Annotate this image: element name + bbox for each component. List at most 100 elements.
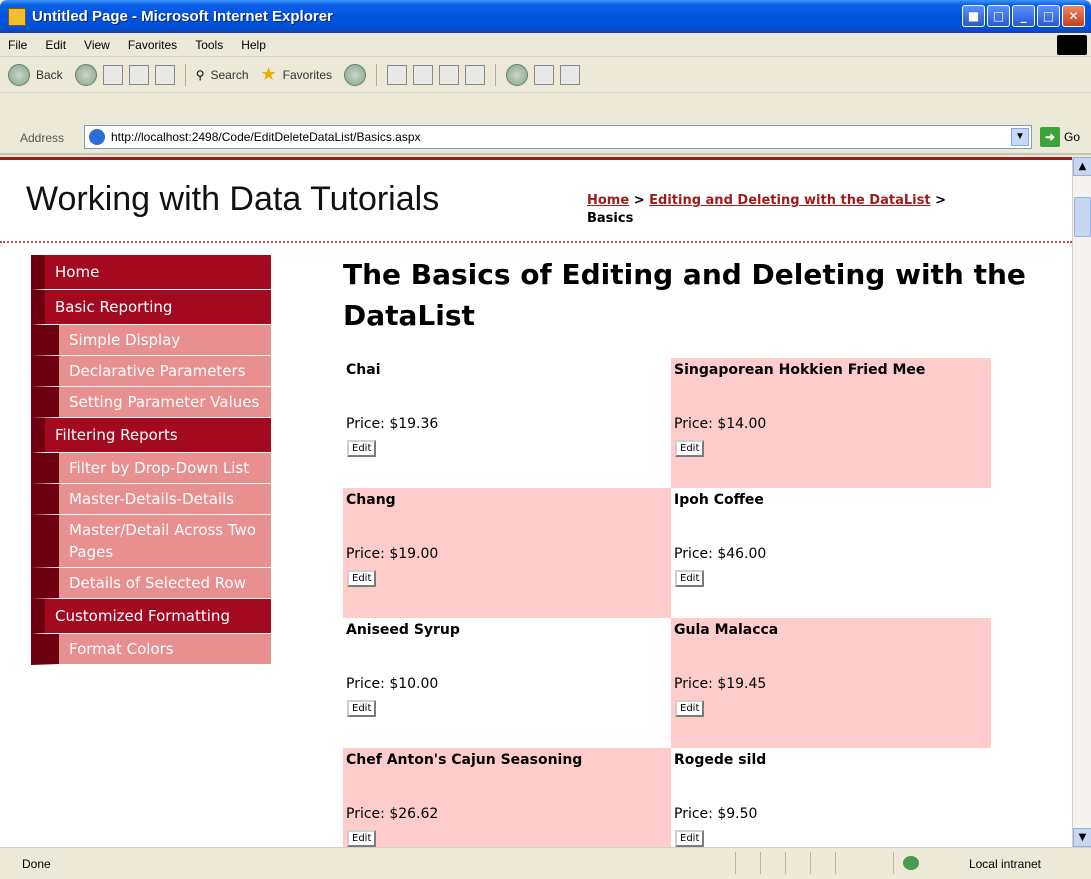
restore-extra-icon[interactable]: ■ xyxy=(962,5,985,27)
window-titlebar[interactable]: Untitled Page - Microsoft Internet Explo… xyxy=(0,0,1091,33)
intranet-zone-icon xyxy=(903,856,919,870)
search-button[interactable]: Search xyxy=(210,68,248,82)
sidebar-item[interactable]: Filter by Drop-Down List xyxy=(31,453,271,484)
go-button[interactable]: ➜ Go xyxy=(1040,125,1090,149)
sidebar-item[interactable]: Home xyxy=(31,255,271,290)
sidebar-item[interactable]: Setting Parameter Values xyxy=(31,387,271,418)
home-icon[interactable] xyxy=(154,64,175,85)
menu-tools[interactable]: Tools xyxy=(195,38,223,52)
word-edit-icon[interactable] xyxy=(439,64,460,85)
edit-button[interactable]: Edit xyxy=(675,570,705,587)
product-price: Price: $9.50 xyxy=(674,806,758,822)
history-icon[interactable] xyxy=(344,63,367,86)
back-label[interactable]: Back xyxy=(36,68,63,82)
menu-favorites[interactable]: Favorites xyxy=(128,38,177,52)
product-name: Ipoh Coffee xyxy=(674,492,764,508)
product-name: Chai xyxy=(346,362,381,378)
edit-button[interactable]: Edit xyxy=(347,440,377,457)
toolbar: Back ⚲ Search ★ Favorites xyxy=(0,57,1091,93)
breadcrumb: Home > Editing and Deleting with the Dat… xyxy=(587,192,1047,228)
scroll-up-icon[interactable]: ▲ xyxy=(1073,157,1091,176)
research-icon[interactable] xyxy=(534,64,555,85)
product-item: Ipoh Coffee Price: $46.00 Edit xyxy=(671,488,991,618)
products-datalist: Chai Price: $19.36 Edit Singaporean Hokkien… xyxy=(343,358,991,847)
edit-button[interactable]: Edit xyxy=(675,830,705,847)
stop-icon[interactable] xyxy=(102,64,123,85)
security-zone: Local intranet xyxy=(968,857,1041,871)
sidebar-item[interactable]: Details of Selected Row xyxy=(31,568,271,599)
product-item: Singaporean Hokkien Fried Mee Price: $14.… xyxy=(671,358,991,488)
product-price: Price: $26.62 xyxy=(346,806,439,822)
edit-button[interactable]: Edit xyxy=(347,700,377,717)
page-title: The Basics of Editing and Deleting with … xyxy=(343,258,1026,332)
search-icon[interactable]: ⚲ xyxy=(196,68,205,82)
product-price: Price: $19.45 xyxy=(674,676,767,692)
breadcrumb-home-link[interactable]: Home xyxy=(587,193,629,208)
windows-logo-icon xyxy=(1057,35,1087,55)
product-price: Price: $10.00 xyxy=(346,676,439,692)
product-item: Rogede sild Price: $9.50 Edit xyxy=(671,748,991,847)
product-item: Aniseed Syrup Price: $10.00 Edit xyxy=(343,618,671,748)
product-name: Singaporean Hokkien Fried Mee xyxy=(674,362,926,378)
menu-bar: File Edit View Favorites Tools Help xyxy=(0,33,1091,57)
help-window-icon[interactable]: □ xyxy=(987,5,1010,27)
vertical-scrollbar[interactable]: ▲ ▼ xyxy=(1072,157,1091,847)
product-item: Chang Price: $19.00 Edit xyxy=(343,488,671,618)
ie-page-icon xyxy=(89,129,105,145)
menu-view[interactable]: View xyxy=(84,38,110,52)
header-divider xyxy=(0,241,1072,243)
folder-icon[interactable] xyxy=(465,64,486,85)
messenger-icon[interactable] xyxy=(506,63,529,86)
favorites-button[interactable]: Favorites xyxy=(283,68,332,82)
address-dropdown-icon[interactable]: ▼ xyxy=(1011,128,1029,146)
refresh-icon[interactable] xyxy=(128,64,149,85)
back-icon[interactable] xyxy=(8,63,30,86)
breadcrumb-parent-link[interactable]: Editing and Deleting with the DataList xyxy=(649,193,930,208)
window-title: Untitled Page - Microsoft Internet Explo… xyxy=(32,8,333,25)
maximize-button[interactable]: □ xyxy=(1037,5,1060,27)
menu-edit[interactable]: Edit xyxy=(45,38,66,52)
edit-button[interactable]: Edit xyxy=(675,700,705,717)
menu-help[interactable]: Help xyxy=(241,38,266,52)
go-label[interactable]: Go xyxy=(1064,130,1080,144)
product-name: Chef Anton's Cajun Seasoning xyxy=(346,752,583,768)
menu-file[interactable]: File xyxy=(8,38,27,52)
product-item: Chef Anton's Cajun Seasoning Price: $26.6… xyxy=(343,748,671,847)
product-name: Rogede sild xyxy=(674,752,767,768)
sidebar-item[interactable]: Master/Detail Across Two Pages xyxy=(31,515,271,568)
mail-icon[interactable] xyxy=(387,64,408,85)
favorites-star-icon[interactable]: ★ xyxy=(261,64,277,85)
page-viewport: Working with Data Tutorials Home > Editi… xyxy=(0,157,1072,847)
close-button[interactable]: ✕ xyxy=(1062,5,1085,27)
tools-extra-icon[interactable] xyxy=(560,64,581,85)
scroll-down-icon[interactable]: ▼ xyxy=(1073,828,1091,847)
sidebar-item[interactable]: Basic Reporting xyxy=(31,290,271,325)
minimize-button[interactable]: _ xyxy=(1012,5,1035,27)
edit-button[interactable]: Edit xyxy=(347,830,377,847)
status-text: Done xyxy=(22,856,51,871)
sidebar-nav: Home Basic Reporting Simple Display Declara… xyxy=(31,255,271,665)
product-name: Aniseed Syrup xyxy=(346,622,460,638)
sidebar-item[interactable]: Simple Display xyxy=(31,325,271,356)
sidebar-item[interactable]: Filtering Reports xyxy=(31,418,271,453)
address-url[interactable]: http://localhost:2498/Code/EditDeleteDat… xyxy=(111,130,421,144)
sidebar-item[interactable]: Format Colors xyxy=(31,634,271,665)
site-title: Working with Data Tutorials xyxy=(26,180,440,218)
address-label: Address xyxy=(20,131,65,145)
sidebar-item[interactable]: Master-Details-Details xyxy=(31,484,271,515)
address-bar: Address http://localhost:2498/Code/EditD… xyxy=(0,93,1091,155)
sidebar-item[interactable]: Declarative Parameters xyxy=(31,356,271,387)
edit-button[interactable]: Edit xyxy=(675,440,705,457)
product-item: Chai Price: $19.36 Edit xyxy=(343,358,671,488)
ie-page-icon xyxy=(8,7,26,26)
forward-icon[interactable] xyxy=(74,63,97,86)
edit-button[interactable]: Edit xyxy=(347,570,377,587)
product-item: Gula Malacca Price: $19.45 Edit xyxy=(671,618,991,748)
scroll-thumb[interactable] xyxy=(1074,197,1091,237)
address-input[interactable]: http://localhost:2498/Code/EditDeleteDat… xyxy=(84,125,1032,149)
print-icon[interactable] xyxy=(413,64,434,85)
product-price: Price: $14.00 xyxy=(674,416,767,432)
sidebar-item[interactable]: Customized Formatting xyxy=(31,599,271,634)
product-name: Gula Malacca xyxy=(674,622,779,638)
go-arrow-icon[interactable]: ➜ xyxy=(1040,127,1060,147)
